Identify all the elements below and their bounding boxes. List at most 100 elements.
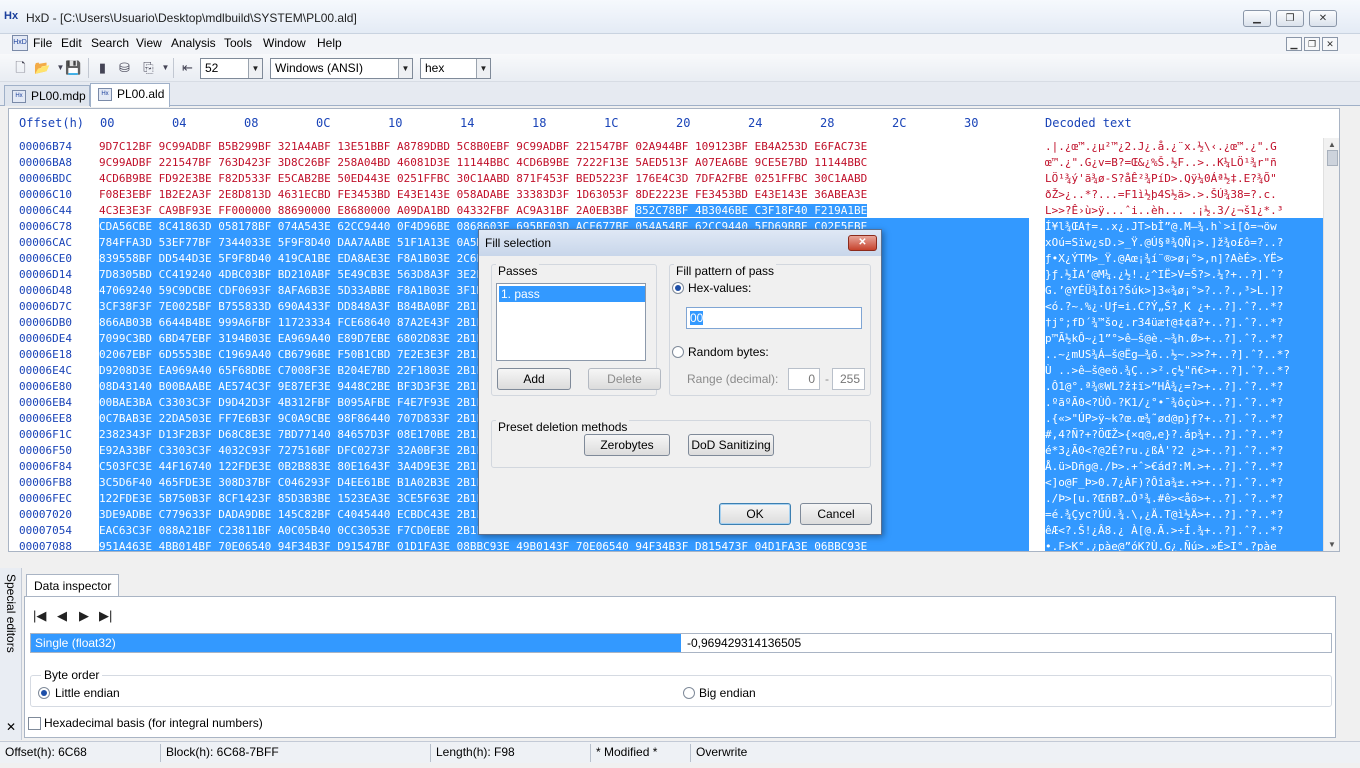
random-bytes-radio[interactable] [672, 346, 684, 358]
row-decoded-text[interactable]: Í¥l¾ŒA†=..x¿.JT>bÌ”@.M–¾.h`>i[ð=¬öw [1045, 218, 1323, 234]
menu-help[interactable]: Help [317, 36, 342, 50]
last-icon[interactable]: ▶| [99, 608, 112, 624]
open-file-icon[interactable]: 📂 [34, 59, 51, 76]
ram-editor-icon[interactable]: ▮ [94, 59, 111, 76]
menu-tools[interactable]: Tools [224, 36, 252, 50]
tab-data-inspector[interactable]: Data inspector [26, 574, 120, 596]
row-hex-bytes[interactable]: 9C99ADBF 221547BF 763D423F 3D8C26BF 258A… [99, 154, 1029, 170]
zerobytes-button[interactable]: Zerobytes [584, 434, 670, 456]
special-editors-label[interactable]: Special editors [4, 574, 18, 653]
little-endian-radio[interactable] [38, 687, 50, 699]
row-hex-bytes[interactable]: F08E3EBF 1B2E2A3F 2E8D813D 4631ECBD FE34… [99, 186, 1029, 202]
row-hex-bytes[interactable]: 951A463E 4BB014BF 70E06540 94F34B3F D915… [99, 538, 1029, 551]
table-row[interactable]: 00007088 951A463E 4BB014BF 70E06540 94F34… [9, 538, 1323, 551]
big-endian-radio[interactable] [683, 687, 695, 699]
menu-analysis[interactable]: Analysis [171, 36, 216, 50]
row-decoded-text[interactable]: œ™.¿".G¿v=B?=Œ&¿%Š.½F..>..K¼LÖ¹¾r"ñ [1045, 154, 1323, 170]
bytes-per-row-combo[interactable]: 52 ▼ [200, 58, 263, 79]
minimize-button[interactable]: ▁ [1243, 10, 1271, 27]
row-decoded-text[interactable]: xOú=Sïw¿sD.>_Ÿ.@Ú§ª¾QÑ¡>.]ž¾o£ô=?..? [1045, 234, 1323, 250]
row-decoded-text[interactable]: ƒ•X¿ÝTM>_Ÿ.@Aœ¡¾í¨®>ø¡°>,n]?AèÉ>.YË> [1045, 250, 1323, 266]
row-hex-bytes[interactable]: 4C3E3E3F CA9BF93E FF000000 88690000 E868… [99, 202, 1029, 218]
dod-sanitizing-button[interactable]: DoD Sanitizing [688, 434, 774, 456]
delete-pass-button[interactable]: Delete [588, 368, 661, 390]
scroll-down-icon[interactable]: ▼ [1328, 540, 1336, 549]
close-window-button[interactable]: ✕ [1309, 10, 1337, 27]
new-file-icon[interactable]: 🗋 [12, 59, 29, 76]
row-decoded-text[interactable]: .ºãºÃ0<?ÙÔ-?K1/¿°•¯¾ôçù>+..?].ˆ?..*? [1045, 394, 1323, 410]
row-decoded-text[interactable]: •.F>K°.¿pàe@”óK?Ù.G¿.Ñú>.»É>I°.?pàe [1045, 538, 1323, 551]
passes-list[interactable]: 1. pass [496, 283, 646, 361]
row-decoded-text[interactable]: ./Þ>[u.?ŒñB?…Ó³¾.#ê><åö>+..?].ˆ?..*? [1045, 490, 1323, 506]
charset-combo[interactable]: Windows (ANSI) ▼ [270, 58, 413, 79]
row-decoded-text[interactable]: =é.¾Çyc?ÚÚ.¾.\‚¿Ä.T@ì½Ä>+..?].ˆ?..*? [1045, 506, 1323, 522]
selected-bytes[interactable]: 852C78BF 4B3046BE C3F18F40 F219A1BE [635, 204, 868, 217]
row-decoded-text[interactable]: #‚4?Ñ?+?ÖŒŽ>{×q@„e}?.áp¾+..?].ˆ?..*? [1045, 426, 1323, 442]
row-decoded-text[interactable]: .Ô1@°.ª¾®WL?ž‡ï>”HÂ¾¿=?>+..?].ˆ?..*? [1045, 378, 1323, 394]
table-row[interactable]: 00006C10 F08E3EBF 1B2E2A3F 2E8D813D 4631E… [9, 186, 1323, 202]
mdi-close-button[interactable]: ✕ [1322, 37, 1338, 51]
menu-edit[interactable]: Edit [61, 36, 82, 50]
table-row[interactable]: 00006BDC 4CD6B9BE FD92E3BE F82D533F E5CAB… [9, 170, 1323, 186]
chevron-down-icon[interactable]: ▼ [398, 59, 412, 78]
table-row[interactable]: 00006B74 9D7C12BF 9C99ADBF B5B299BF 321A4… [9, 138, 1323, 154]
row-decoded-text[interactable]: .|.¿œ™.¿µ²™¿2.J¿.å.¿¨x.½\‹.¿œ™.¿".G [1045, 138, 1323, 154]
menu-file[interactable]: File [33, 36, 52, 50]
row-decoded-text[interactable]: Ù ..>ê–š@eö.¾Ç..>².ç½"ñ€>+..?].ˆ?..*? [1045, 362, 1323, 378]
hex-basis-checkbox[interactable] [28, 717, 41, 730]
range-min-input[interactable]: 0 [788, 368, 820, 390]
first-icon[interactable]: |◀ [33, 608, 46, 624]
add-pass-button[interactable]: Add [497, 368, 571, 390]
close-icon[interactable]: ✕ [848, 235, 877, 251]
row-decoded-text[interactable]: L>>?Ê›ù>ÿ...ˆi..èh... .¡½.3/¿¬š1¿*.³ [1045, 202, 1323, 218]
row-decoded-text[interactable]: ðŽ>¿..*?...=F1ì½þ4S½ä>.>.ŠÚ¾38=?.c. [1045, 186, 1323, 202]
row-decoded-text[interactable]: G.’@YÉÜ¾Íði?Šúk>]3«¾ø¡°>?..?.‚³>L.]? [1045, 282, 1323, 298]
disk-editor-icon[interactable]: ⛁ [116, 59, 133, 76]
tab-pl00-ald[interactable]: Hx PL00.ald [90, 83, 170, 107]
row-decoded-text[interactable]: <ó.?~.%¿·Uƒ=i.C?Ý„Š?¸K ¿+..?].ˆ?..*? [1045, 298, 1323, 314]
menu-view[interactable]: View [136, 36, 162, 50]
maximize-button[interactable]: ❐ [1276, 10, 1304, 27]
mdi-minimize-button[interactable]: ▁ [1286, 37, 1302, 51]
row-decoded-text[interactable]: †j°;fD´¾™šo¿.r34üæ†@‡¢ä?+..?].ˆ?..*? [1045, 314, 1323, 330]
save-icon[interactable]: 💾 [65, 59, 82, 76]
unselected-bytes[interactable]: 4C3E3E3F CA9BF93E FF000000 88690000 E868… [99, 204, 635, 217]
row-decoded-text[interactable]: <]o@F_Þ>0.7¿ÀF)?Ôîa¾±.+>+..?].ˆ?..*? [1045, 474, 1323, 490]
row-decoded-text[interactable]: é*3¿Ã0<?@2É?ru.¿ßÀ'?2 ¿>+..?].ˆ?..*? [1045, 442, 1323, 458]
table-row[interactable]: 00006C44 4C3E3E3F CA9BF93E FF000000 88690… [9, 202, 1323, 218]
scroll-up-icon[interactable]: ▲ [1328, 140, 1336, 149]
hex-values-input[interactable]: 00 [686, 307, 862, 329]
previous-icon[interactable]: ◀ [57, 608, 67, 624]
field-value[interactable]: -0,969429314136505 [687, 636, 801, 650]
hex-values-radio[interactable] [672, 282, 684, 294]
table-row[interactable]: 00006BA8 9C99ADBF 221547BF 763D423F 3D8C2… [9, 154, 1323, 170]
tab-pl00-mdp[interactable]: Hx PL00.mdp [4, 85, 90, 106]
chevron-down-icon[interactable]: ▼ [248, 59, 262, 78]
row-decoded-text[interactable]: êÆ<?.Š!¿Â8.¿ À[@.Ã.>÷Í.¾+..?].ˆ?..*? [1045, 522, 1323, 538]
menu-search[interactable]: Search [91, 36, 129, 50]
row-decoded-text[interactable]: Å.ü>Dñg@./Þ>.+ˆ>€ád?:M.>+..?].ˆ?..*? [1045, 458, 1323, 474]
row-decoded-text[interactable]: .{«>"ÚP>ÿ~k?œ.œ¾˜ød@p}ƒ?+..?].ˆ?..*? [1045, 410, 1323, 426]
document-icon[interactable]: HxD [12, 35, 28, 51]
chevron-down-icon[interactable]: ▼ [476, 59, 490, 78]
scrollbar-thumb[interactable] [1327, 150, 1338, 166]
menu-window[interactable]: Window [263, 36, 306, 50]
row-decoded-text[interactable]: p™Ã½kÔ~¿1”°>ê–š@è.~¾h.Ø>+..?].ˆ?..*? [1045, 330, 1323, 346]
row-decoded-text[interactable]: LÖ¹¾ý'ã¾ø-S?åÊ²¾PíD>.Qÿ¼0Áª½‡.E?¾Õ" [1045, 170, 1323, 186]
vertical-scrollbar[interactable]: ▲ ▼ [1323, 138, 1339, 551]
row-decoded-text[interactable]: ..~¿mUS¾Á–š@Ëg–¾õ..½~.>>?+..?].ˆ?..*? [1045, 346, 1323, 362]
offset-base-combo[interactable]: hex ▼ [420, 58, 491, 79]
row-hex-bytes[interactable]: 4CD6B9BE FD92E3BE F82D533F E5CAB2BE 50ED… [99, 170, 1029, 186]
row-decoded-text[interactable]: }ƒ.½ÌA’@M¼.¿½!.¿^IË>V=Š?>.¼?+..?].ˆ? [1045, 266, 1323, 282]
mdi-restore-button[interactable]: ❐ [1304, 37, 1320, 51]
range-max-input[interactable]: 255 [832, 368, 865, 390]
close-icon[interactable]: ✕ [6, 720, 16, 734]
export-icon[interactable]: ⎘ [140, 59, 157, 76]
next-icon[interactable]: ▶ [79, 608, 89, 624]
inspector-row-float32[interactable]: Single (float32) -0,969429314136505 [30, 633, 1332, 653]
list-item[interactable]: 1. pass [499, 286, 645, 302]
cancel-button[interactable]: Cancel [800, 503, 872, 525]
row-hex-bytes[interactable]: 9D7C12BF 9C99ADBF B5B299BF 321A4ABF 13E5… [99, 138, 1029, 154]
ok-button[interactable]: OK [719, 503, 791, 525]
export-dropdown-icon[interactable]: ▼ [157, 59, 174, 76]
